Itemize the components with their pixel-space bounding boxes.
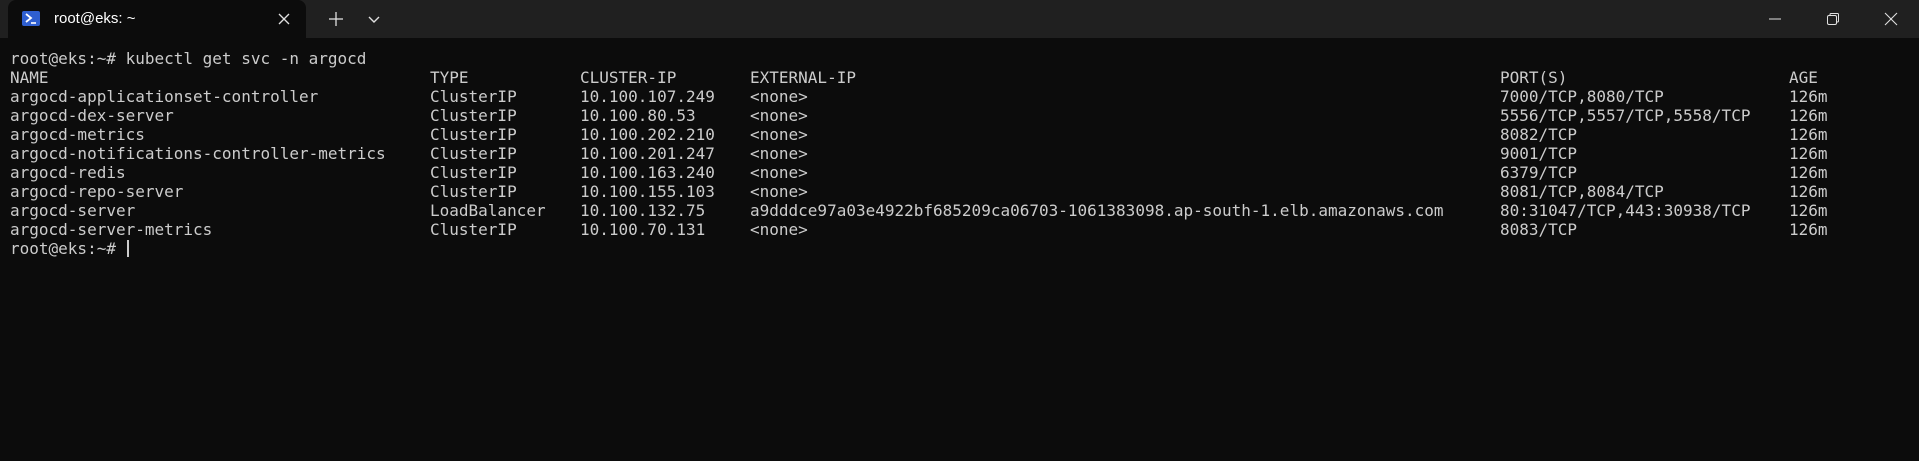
- age: 126m: [1789, 163, 1828, 182]
- header-external-ip: EXTERNAL-IP: [750, 68, 856, 87]
- table-row: argocd-notifications-controller-metrics …: [10, 144, 1828, 163]
- cluster-ip: 10.100.163.240: [580, 163, 715, 182]
- restore-icon[interactable]: [1805, 0, 1861, 38]
- table-row: argocd-dex-server ClusterIP 10.100.80.53…: [10, 106, 1828, 125]
- service-type: ClusterIP: [430, 220, 517, 239]
- age: 126m: [1789, 125, 1828, 144]
- age: 126m: [1789, 182, 1828, 201]
- external-ip: <none>: [750, 182, 808, 201]
- service-type: ClusterIP: [430, 87, 517, 106]
- new-tab-plus-icon[interactable]: [326, 9, 346, 29]
- cluster-ip: 10.100.132.75: [580, 201, 706, 220]
- age: 126m: [1789, 201, 1828, 220]
- ports: 8083/TCP: [1500, 220, 1578, 239]
- dropdown-chevron-down-icon[interactable]: [364, 9, 384, 29]
- ports: 80:31047/TCP,443:30938/TCP: [1500, 201, 1751, 220]
- text-cursor: [126, 240, 129, 257]
- ports: 5556/TCP,5557/TCP,5558/TCP: [1500, 106, 1751, 125]
- cluster-ip: 10.100.107.249: [580, 87, 715, 106]
- table-row: argocd-server-metrics ClusterIP 10.100.7…: [10, 220, 1828, 239]
- terminal-tab[interactable]: root@eks: ~: [8, 0, 306, 38]
- service-name: argocd-repo-server: [10, 182, 184, 201]
- service-type: ClusterIP: [430, 182, 517, 201]
- header-cluster-ip: CLUSTER-IP: [580, 68, 677, 87]
- external-ip: a9dddce97a03e4922bf685209ca06703-1061383…: [750, 201, 1444, 220]
- service-type: ClusterIP: [430, 125, 517, 144]
- external-ip: <none>: [750, 106, 808, 125]
- external-ip: <none>: [750, 125, 808, 144]
- service-name: argocd-redis: [10, 163, 126, 182]
- header-age: AGE: [1789, 68, 1818, 87]
- header-type: TYPE: [430, 68, 469, 87]
- external-ip: <none>: [750, 87, 808, 106]
- service-type: ClusterIP: [430, 106, 517, 125]
- service-name: argocd-dex-server: [10, 106, 174, 125]
- terminal-output[interactable]: root@eks:~# kubectl get svc -n argocd NA…: [10, 49, 1828, 258]
- title-bar: root@eks: ~: [0, 0, 1919, 38]
- age: 126m: [1789, 106, 1828, 125]
- minimize-icon[interactable]: [1747, 0, 1803, 38]
- ports: 8081/TCP,8084/TCP: [1500, 182, 1664, 201]
- service-type: ClusterIP: [430, 163, 517, 182]
- powershell-icon: [22, 11, 40, 26]
- table-row: argocd-repo-server ClusterIP 10.100.155.…: [10, 182, 1828, 201]
- cluster-ip: 10.100.201.247: [580, 144, 715, 163]
- age: 126m: [1789, 87, 1828, 106]
- table-row: argocd-applicationset-controller Cluster…: [10, 87, 1828, 106]
- cluster-ip: 10.100.202.210: [580, 125, 715, 144]
- cluster-ip: 10.100.155.103: [580, 182, 715, 201]
- table-row: argocd-redis ClusterIP 10.100.163.240 <n…: [10, 163, 1828, 182]
- table-row: argocd-metrics ClusterIP 10.100.202.210 …: [10, 125, 1828, 144]
- service-name: argocd-applicationset-controller: [10, 87, 319, 106]
- table-header: NAME TYPE CLUSTER-IP EXTERNAL-IP PORT(S)…: [10, 68, 1818, 87]
- ports: 7000/TCP,8080/TCP: [1500, 87, 1664, 106]
- ports: 8082/TCP: [1500, 125, 1578, 144]
- header-ports: PORT(S): [1500, 68, 1568, 87]
- prompt: root@eks:~#: [10, 239, 126, 258]
- header-name: NAME: [10, 68, 49, 87]
- tab-close-icon[interactable]: [274, 9, 294, 29]
- service-name: argocd-notifications-controller-metrics: [10, 144, 386, 163]
- external-ip: <none>: [750, 163, 808, 182]
- service-name: argocd-server: [10, 201, 136, 220]
- age: 126m: [1789, 144, 1828, 163]
- cluster-ip: 10.100.80.53: [580, 106, 696, 125]
- command-line: root@eks:~# kubectl get svc -n argocd: [10, 49, 367, 68]
- age: 126m: [1789, 220, 1828, 239]
- cluster-ip: 10.100.70.131: [580, 220, 706, 239]
- service-name: argocd-server-metrics: [10, 220, 213, 239]
- close-window-icon[interactable]: [1863, 0, 1919, 38]
- ports: 6379/TCP: [1500, 163, 1578, 182]
- ports: 9001/TCP: [1500, 144, 1578, 163]
- service-name: argocd-metrics: [10, 125, 145, 144]
- service-type: ClusterIP: [430, 144, 517, 163]
- tab-title: root@eks: ~: [54, 10, 136, 27]
- table-row: argocd-server LoadBalancer 10.100.132.75…: [10, 201, 1828, 220]
- prompt-line[interactable]: root@eks:~#: [10, 239, 366, 258]
- service-type: LoadBalancer: [430, 201, 546, 220]
- external-ip: <none>: [750, 220, 808, 239]
- external-ip: <none>: [750, 144, 808, 163]
